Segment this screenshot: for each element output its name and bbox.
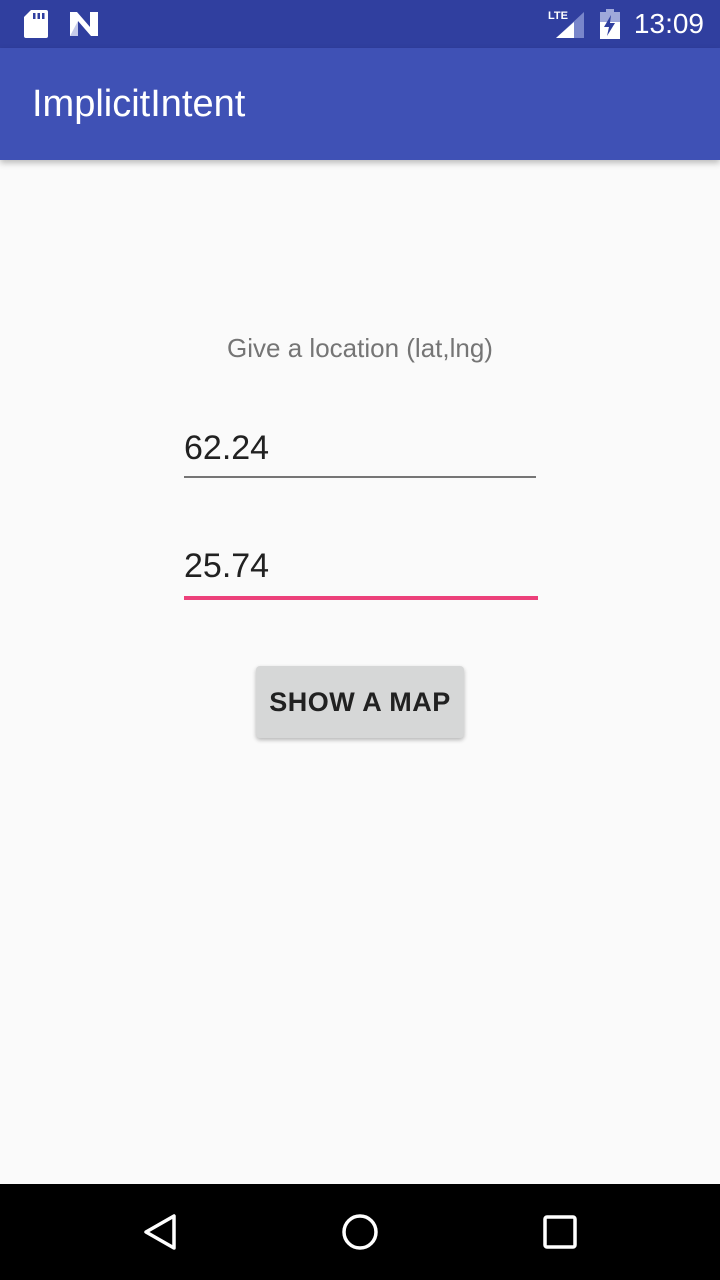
app-title: ImplicitIntent	[32, 83, 246, 125]
svg-text:LTE: LTE	[548, 10, 568, 22]
location-prompt: Give a location (lat,lng)	[227, 333, 493, 363]
app-bar: ImplicitIntent	[0, 48, 720, 160]
home-icon[interactable]	[340, 1212, 380, 1252]
battery-charging-icon	[600, 9, 620, 39]
navigation-bar	[0, 1184, 720, 1280]
longitude-input[interactable]: 25.74	[184, 542, 538, 600]
lte-signal-icon: LTE	[548, 10, 584, 38]
longitude-value: 25.74	[184, 547, 270, 585]
latitude-value: 62.24	[184, 429, 270, 467]
show-map-button[interactable]: SHOW A MAP	[256, 666, 464, 738]
latitude-input[interactable]: 62.24	[184, 424, 536, 478]
recents-icon[interactable]	[540, 1212, 580, 1252]
status-bar: LTE 13:09	[0, 0, 720, 48]
n-notification-icon	[70, 12, 98, 36]
status-clock: 13:09	[633, 8, 704, 39]
main-content: Give a location (lat,lng) 62.24 25.74 SH…	[0, 160, 720, 1184]
sd-card-icon	[24, 10, 48, 38]
back-icon[interactable]	[140, 1212, 180, 1252]
